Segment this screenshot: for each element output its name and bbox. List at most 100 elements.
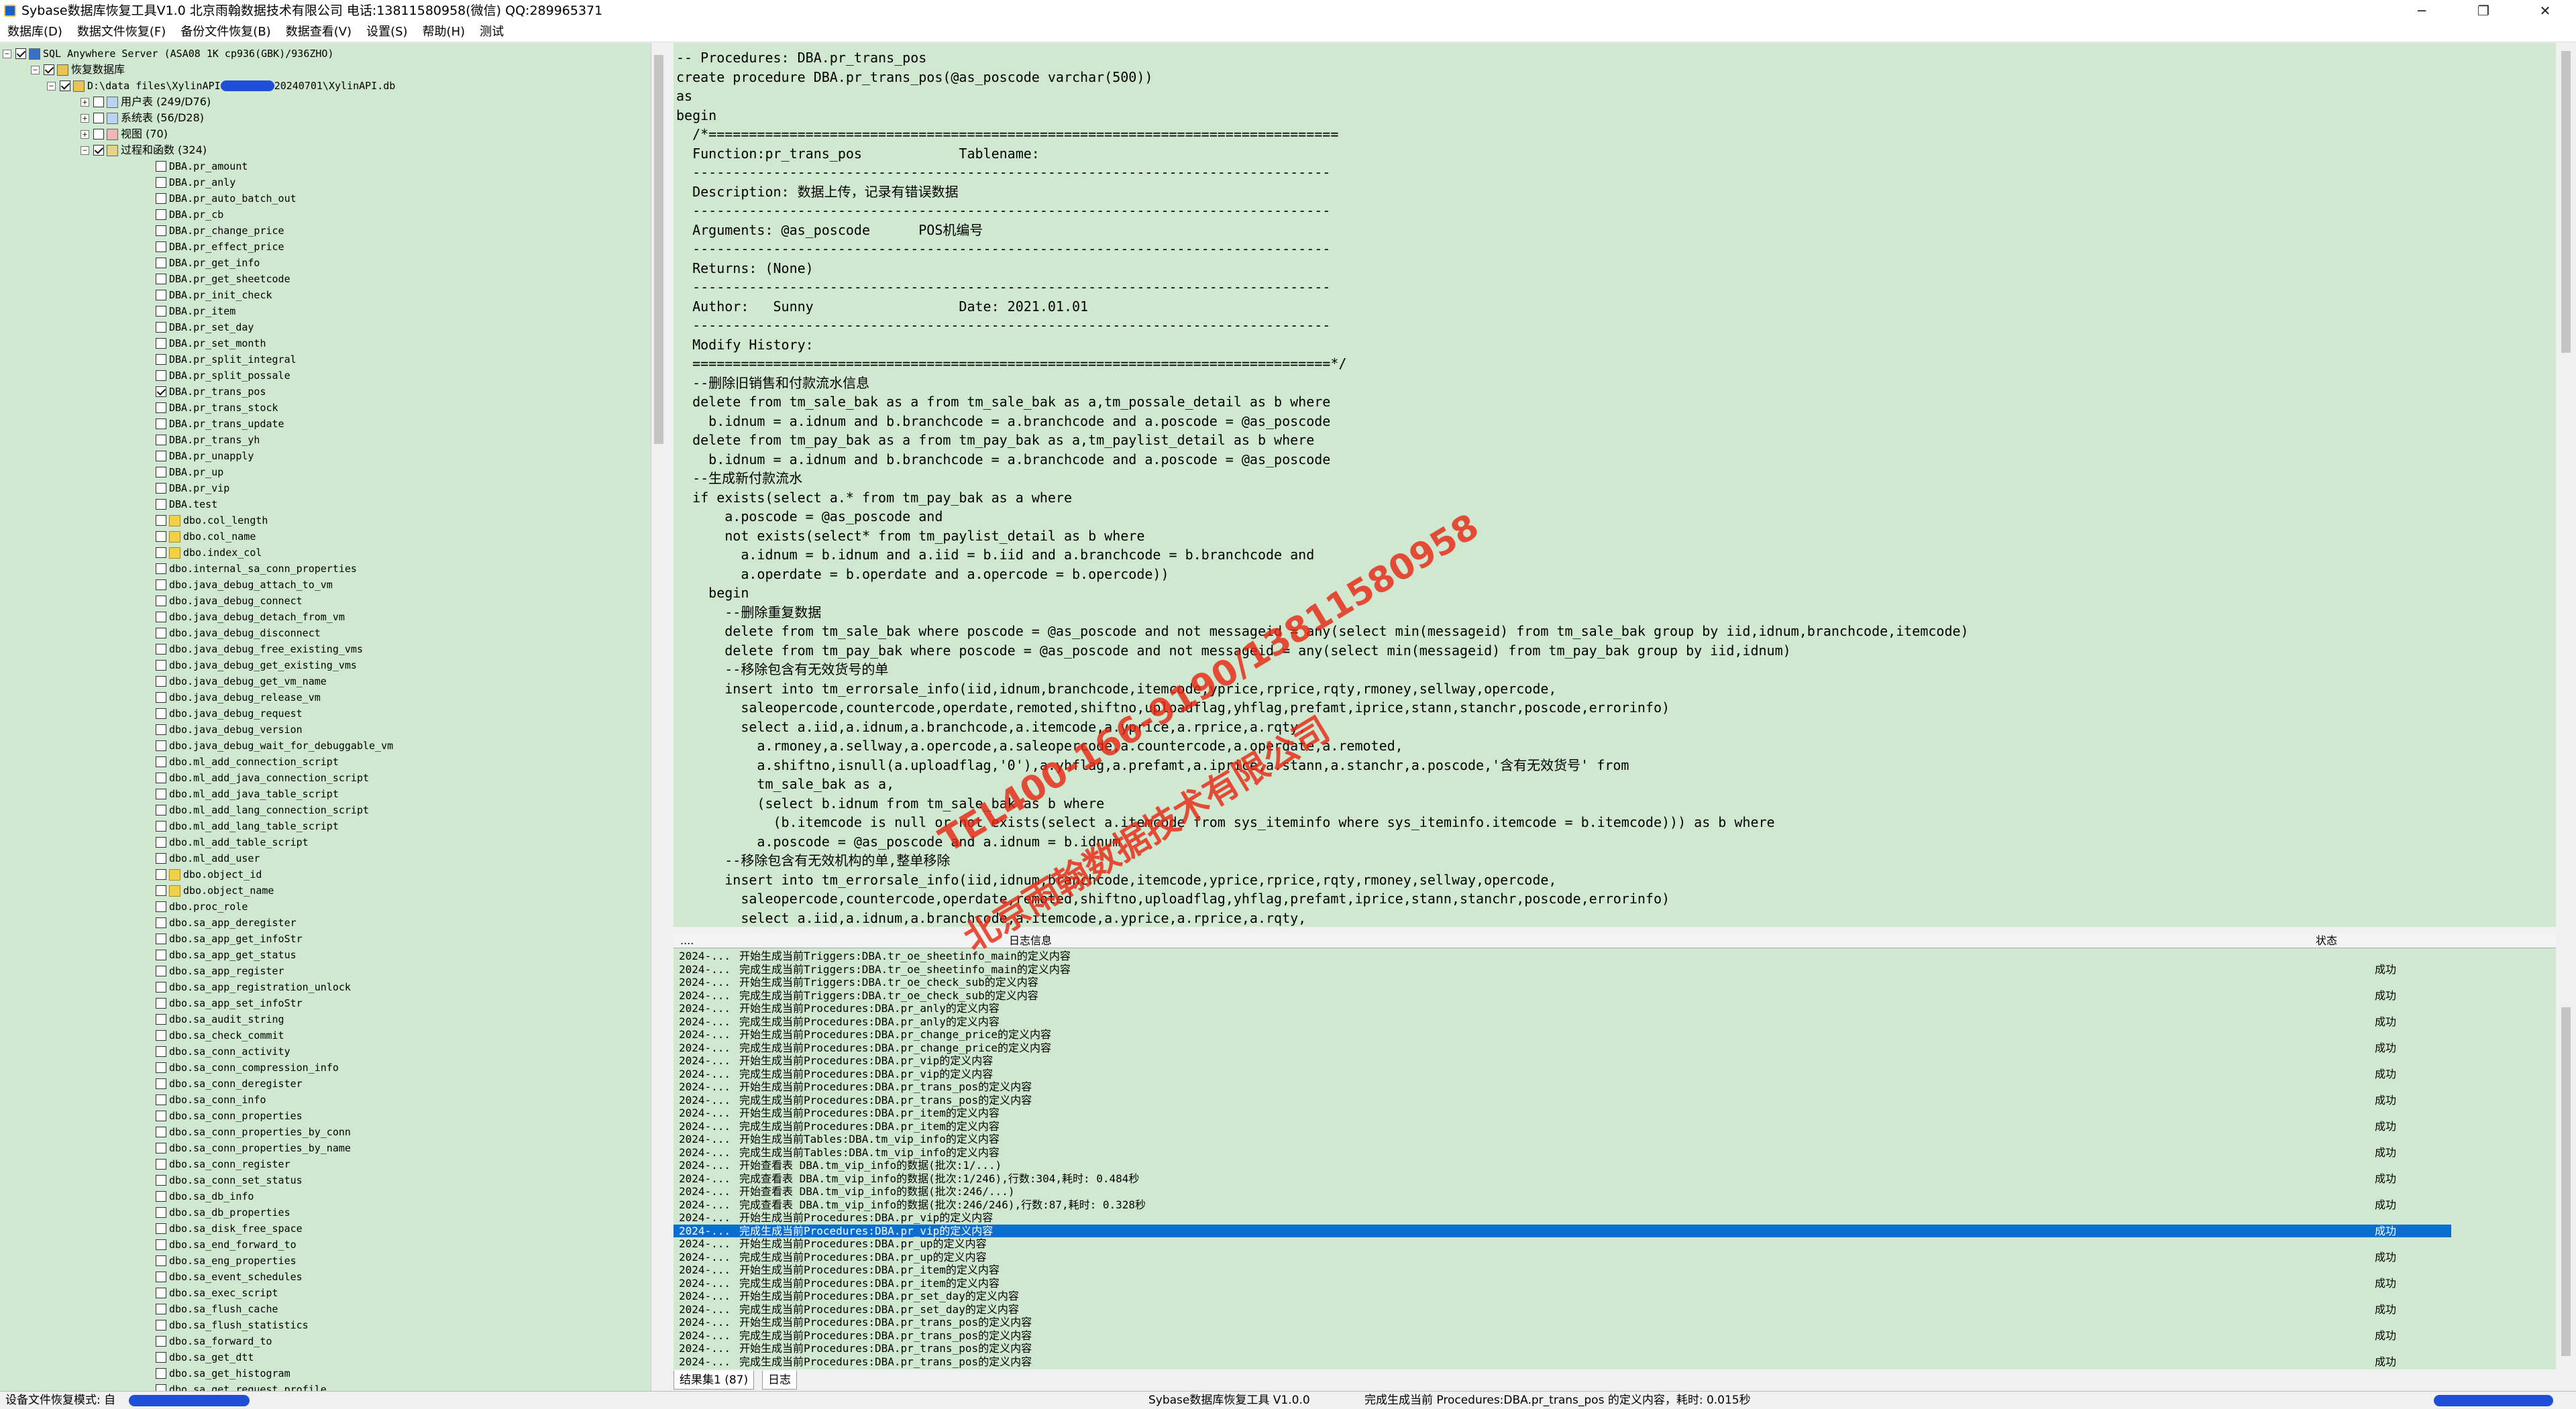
checkbox[interactable]	[156, 467, 166, 477]
tree-node-procedure[interactable]: dbo.sa_conn_properties_by_name	[156, 1140, 351, 1156]
checkbox[interactable]	[156, 177, 166, 188]
checkbox[interactable]	[156, 209, 166, 220]
tree-node-procedure[interactable]: dbo.sa_conn_properties_by_conn	[156, 1124, 351, 1140]
tree-node-procedure[interactable]: DBA.pr_trans_yh	[156, 432, 260, 448]
tree-node-procedure[interactable]: dbo.sa_get_dtt	[156, 1349, 254, 1365]
checkbox[interactable]	[156, 1352, 166, 1363]
tree-node-procedure[interactable]: dbo.sa_conn_info	[156, 1092, 266, 1108]
tree-node-procedure[interactable]: dbo.sa_conn_set_status	[156, 1172, 303, 1188]
log-row[interactable]: 2024-... 完成生成当前Procedures:DBA.pr_item的定义内…	[674, 1120, 2556, 1133]
checkbox[interactable]	[93, 97, 104, 107]
checkbox[interactable]	[156, 869, 166, 880]
tree-node-procedure[interactable]: DBA.pr_anly	[156, 174, 235, 190]
checkbox[interactable]	[156, 241, 166, 252]
checkbox[interactable]	[156, 724, 166, 735]
tree-node-procedure[interactable]: dbo.sa_conn_compression_info	[156, 1060, 339, 1076]
checkbox[interactable]	[93, 113, 104, 123]
checkbox[interactable]	[156, 773, 166, 783]
tree-node-procedure[interactable]: dbo.sa_exec_script	[156, 1285, 278, 1301]
log-scrollbar[interactable]	[2556, 934, 2576, 1369]
checkbox[interactable]	[156, 1239, 166, 1250]
sql-scroll-thumb[interactable]	[2561, 51, 2571, 353]
checkbox[interactable]	[93, 145, 104, 156]
tree-node-function[interactable]: dbo.object_id	[156, 866, 262, 883]
tab-log[interactable]: 日志	[762, 1371, 797, 1390]
tree-node-procedure[interactable]: dbo.java_debug_version	[156, 722, 303, 738]
log-row[interactable]: 2024-... 开始生成当前Procedures:DBA.pr_anly的定义内…	[674, 1002, 2556, 1015]
log-row[interactable]: 2024-... 开始生成当前Procedures:DBA.pr_up的定义内容	[674, 1237, 2556, 1251]
checkbox[interactable]	[156, 982, 166, 993]
checkbox[interactable]	[156, 1078, 166, 1089]
tree-node-procedure[interactable]: dbo.ml_add_lang_connection_script	[156, 802, 369, 818]
tree-node-procedure[interactable]: dbo.internal_sa_conn_properties	[156, 561, 357, 577]
menu-settings[interactable]: 设置(S)	[359, 21, 415, 42]
checkbox[interactable]	[156, 1272, 166, 1282]
checkbox[interactable]	[156, 1159, 166, 1170]
log-row[interactable]: 2024-... 完成生成当前Procedures:DBA.pr_vip的定义内容…	[674, 1224, 2451, 1237]
tree-node-procedure[interactable]: dbo.java_debug_get_vm_name	[156, 673, 327, 689]
checkbox[interactable]	[156, 370, 166, 381]
tree-node-procedure[interactable]: dbo.sa_db_properties	[156, 1204, 290, 1221]
tree-node-procedure[interactable]: dbo.sa_disk_free_space	[156, 1221, 303, 1237]
tree-node-procedure[interactable]: dbo.ml_add_table_script	[156, 834, 309, 850]
tree-node-procedure[interactable]: dbo.sa_end_forward_to	[156, 1237, 297, 1253]
tree-node-procedure[interactable]: dbo.java_debug_release_vm	[156, 689, 321, 706]
tree-node-procedure[interactable]: dbo.java_debug_disconnect	[156, 625, 321, 641]
checkbox[interactable]	[156, 740, 166, 751]
tree-node-db-file[interactable]: − D:\data files\XylinAPI 20240701\XylinA…	[47, 78, 395, 94]
tree-node-procedure[interactable]: dbo.sa_flush_statistics	[156, 1317, 309, 1333]
menu-data-view[interactable]: 数据查看(V)	[278, 21, 359, 42]
log-row[interactable]: 2024-... 开始生成当前Procedures:DBA.pr_trans_po…	[674, 1342, 2556, 1355]
checkbox[interactable]	[156, 386, 166, 397]
checkbox[interactable]	[156, 596, 166, 606]
checkbox[interactable]	[156, 1014, 166, 1025]
log-list[interactable]: .... 日志信息 状态 2024-... 开始生成当前Triggers:DBA.…	[674, 934, 2556, 1369]
tree-node-procedure[interactable]: dbo.sa_eng_properties	[156, 1253, 297, 1269]
log-row[interactable]: 2024-... 完成查看表 DBA.tm_vip_info的数据(批次:246/…	[674, 1198, 2556, 1212]
log-row[interactable]: 2024-... 完成生成当前Triggers:DBA.tr_oe_check_s…	[674, 989, 2556, 1003]
tree-node-procedure[interactable]: DBA.pr_set_day	[156, 319, 254, 335]
log-row[interactable]: 2024-... 完成生成当前Procedures:DBA.pr_trans_po…	[674, 1355, 2556, 1369]
log-row[interactable]: 2024-... 开始查看表 DBA.tm_vip_info的数据(批次:1/..…	[674, 1159, 2556, 1172]
collapse-icon[interactable]: −	[3, 49, 11, 58]
tree-node-procedure[interactable]: DBA.pr_init_check	[156, 287, 272, 303]
checkbox[interactable]	[156, 1046, 166, 1057]
checkbox[interactable]	[156, 853, 166, 864]
tree-node-procedure[interactable]: DBA.pr_set_month	[156, 335, 266, 351]
checkbox[interactable]	[156, 306, 166, 317]
log-row[interactable]: 2024-... 完成生成当前Procedures:DBA.pr_change_p…	[674, 1041, 2556, 1055]
checkbox[interactable]	[156, 1368, 166, 1379]
sql-scrollbar[interactable]	[2556, 43, 2576, 927]
tree-node-procedure[interactable]: DBA.test	[156, 496, 217, 512]
checkbox[interactable]	[156, 1127, 166, 1137]
log-row[interactable]: 2024-... 完成生成当前Procedures:DBA.pr_item的定义内…	[674, 1277, 2556, 1290]
tree-node-procedure[interactable]: dbo.sa_check_commit	[156, 1027, 284, 1044]
menu-database[interactable]: 数据库(D)	[0, 21, 70, 42]
tree-node-procedure[interactable]: dbo.ml_add_connection_script	[156, 754, 339, 770]
checkbox[interactable]	[156, 805, 166, 815]
log-row[interactable]: 2024-... 开始生成当前Triggers:DBA.tr_oe_check_s…	[674, 976, 2556, 989]
log-row[interactable]: 2024-... 完成生成当前Procedures:DBA.pr_set_day的…	[674, 1303, 2556, 1316]
checkbox[interactable]	[156, 950, 166, 960]
checkbox[interactable]	[156, 885, 166, 896]
tree-node-procedure[interactable]: dbo.sa_app_deregister	[156, 915, 297, 931]
log-row[interactable]: 2024-... 开始生成当前Procedures:DBA.pr_item的定义内…	[674, 1263, 2556, 1277]
tree-node-procedure[interactable]: DBA.pr_unapply	[156, 448, 254, 464]
log-row[interactable]: 2024-... 开始生成当前Procedures:DBA.pr_trans_po…	[674, 1316, 2556, 1329]
checkbox[interactable]	[156, 644, 166, 655]
collapse-icon[interactable]: −	[31, 65, 40, 74]
tree-node-procedure[interactable]: dbo.sa_event_schedules	[156, 1269, 303, 1285]
checkbox[interactable]	[156, 1207, 166, 1218]
checkbox[interactable]	[156, 435, 166, 445]
log-row[interactable]: 2024-... 完成生成当前Tables:DBA.tm_vip_info的定义内…	[674, 1146, 2556, 1160]
tree-node-procedure[interactable]: DBA.pr_split_integral	[156, 351, 297, 368]
checkbox[interactable]	[156, 515, 166, 526]
log-row[interactable]: 2024-... 完成生成当前Procedures:DBA.pr_vip的定义内容…	[674, 1068, 2556, 1081]
tree-node-server[interactable]: − SQL Anywhere Server (ASA08 1K cp936(GB…	[3, 46, 333, 62]
close-button[interactable]: ✕	[2514, 0, 2576, 21]
tree-node-procedure[interactable]: dbo.java_debug_free_existing_vms	[156, 641, 363, 657]
tree-node-procedures[interactable]: − 过程和函数 (324)	[80, 142, 207, 158]
checkbox[interactable]	[156, 451, 166, 461]
log-row[interactable]: 2024-... 开始生成当前Procedures:DBA.pr_trans_po…	[674, 1080, 2556, 1094]
log-row[interactable]: 2024-... 完成生成当前Procedures:DBA.pr_trans_po…	[674, 1094, 2556, 1107]
